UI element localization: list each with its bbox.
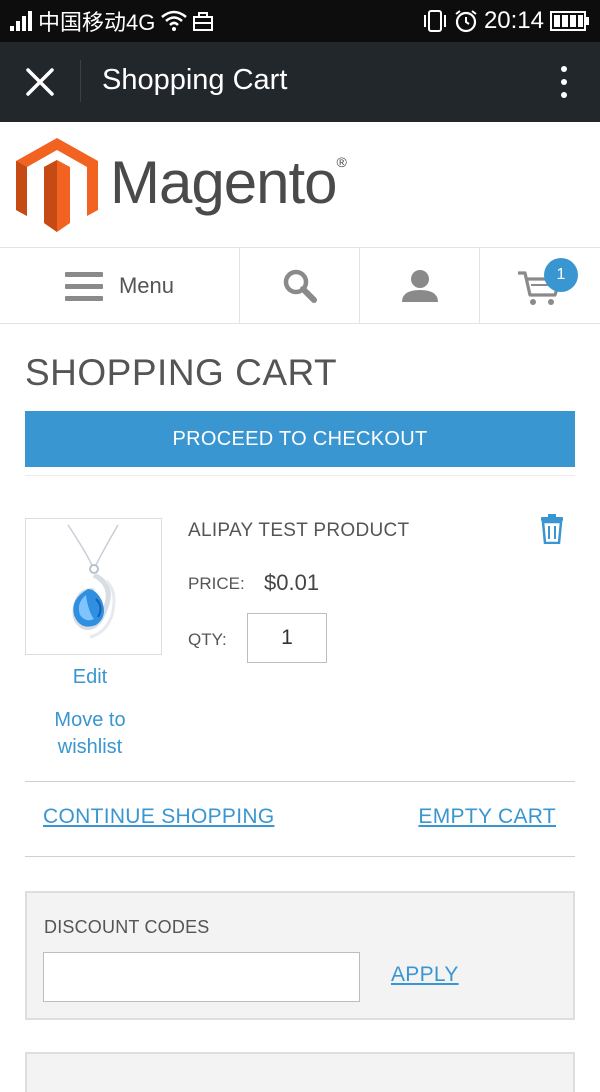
discount-codes-title: DISCOUNT CODES xyxy=(44,917,210,937)
move-to-wishlist-link[interactable]: Move to wishlist xyxy=(25,707,155,761)
close-icon xyxy=(26,68,54,96)
more-options-button[interactable] xyxy=(558,62,570,102)
account-button[interactable] xyxy=(360,248,480,324)
proceed-to-checkout-button[interactable]: PROCEED TO CHECKOUT xyxy=(25,411,575,467)
price-label: PRICE: xyxy=(188,574,245,593)
account-icon xyxy=(401,270,438,302)
remove-item-button[interactable] xyxy=(540,514,564,545)
continue-shopping-link[interactable]: CONTINUE SHOPPING xyxy=(43,805,274,829)
app-bar-divider xyxy=(80,60,81,102)
empty-cart-link[interactable]: EMPTY CART xyxy=(418,805,556,829)
apply-discount-link[interactable]: APPLY xyxy=(391,963,459,987)
nav-bar: Menu 1 xyxy=(0,248,600,324)
product-thumbnail[interactable] xyxy=(25,518,162,655)
divider xyxy=(25,781,575,782)
divider xyxy=(25,475,575,476)
qty-input[interactable] xyxy=(247,613,327,663)
close-button[interactable] xyxy=(18,62,62,102)
price-value: $0.01 xyxy=(264,570,320,595)
divider xyxy=(25,856,575,857)
vibrate-icon xyxy=(423,10,446,32)
clock-label: 20:14 xyxy=(483,7,544,34)
product-name[interactable]: ALIPAY TEST PRODUCT xyxy=(188,520,409,542)
briefcase-icon xyxy=(193,12,214,31)
app-bar: Shopping Cart xyxy=(0,42,600,122)
alarm-icon xyxy=(455,10,477,33)
pendant-image xyxy=(67,524,119,639)
search-button[interactable] xyxy=(240,248,360,324)
more-vert-icon xyxy=(561,66,567,72)
cart-count-badge: 1 xyxy=(544,258,578,292)
cart-button[interactable]: 1 xyxy=(480,248,600,324)
magento-logo-icon[interactable] xyxy=(16,138,98,237)
app-bar-title: Shopping Cart xyxy=(102,64,288,96)
hamburger-icon xyxy=(64,271,103,301)
header-logo-area: Magento® xyxy=(0,122,600,248)
carrier-label: 中国移动4G xyxy=(38,10,156,35)
qty-label: QTY: xyxy=(188,630,227,649)
next-section-box xyxy=(25,1052,575,1092)
page-title: SHOPPING CART xyxy=(25,352,338,393)
battery-icon xyxy=(550,11,589,31)
edit-item-link[interactable]: Edit xyxy=(25,666,155,689)
search-icon xyxy=(283,269,317,303)
status-bar: 中国移动4G 20:14 xyxy=(0,0,600,42)
signal-icon xyxy=(10,11,32,31)
trash-icon xyxy=(541,514,563,545)
menu-label: Menu xyxy=(118,273,175,298)
discount-codes-section: DISCOUNT CODES APPLY xyxy=(25,891,575,1020)
menu-button[interactable]: Menu xyxy=(0,248,240,324)
wifi-icon xyxy=(161,10,188,31)
brand-name: Magento® xyxy=(110,149,347,216)
discount-code-input[interactable] xyxy=(43,952,360,1002)
